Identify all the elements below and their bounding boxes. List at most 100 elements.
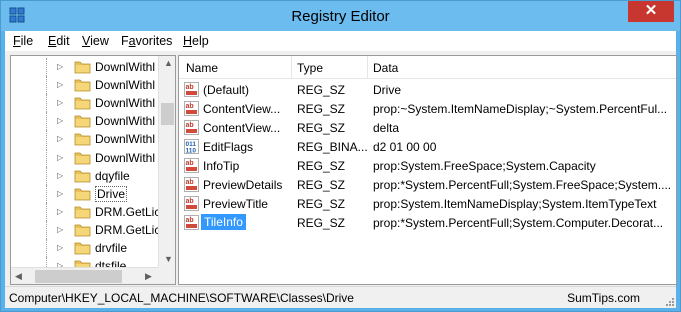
tree-guide-line <box>46 184 47 203</box>
tree-item-label: DownlWithl <box>95 150 156 165</box>
value-name: (Default) <box>203 83 250 97</box>
tree-guide-line <box>46 148 47 167</box>
value-data: d2 01 00 00 <box>373 140 437 154</box>
value-row[interactable]: 011 110 EditFlags REG_BINA... d2 01 00 00 <box>179 137 676 156</box>
value-row[interactable]: ab ContentView... REG_SZ prop:~System.ItemN… <box>179 99 676 118</box>
value-row[interactable]: ab InfoTip REG_SZ prop:System.FreeSpace;Sys… <box>179 156 676 175</box>
status-key-path: Computer\HKEY_LOCAL_MACHINE\SOFTWARE\Cla… <box>9 291 354 305</box>
string-value-icon: ab <box>184 215 199 230</box>
scroll-down-icon[interactable]: ▼ <box>164 254 173 264</box>
tree-item[interactable]: ▷ DownlWithl <box>11 94 156 113</box>
tree-item-label: DownlWithl <box>95 60 156 74</box>
tree-item-label: dqyfile <box>95 168 130 183</box>
registry-editor-window: Registry Editor ✕ File Edit View Favorit… <box>0 0 681 312</box>
main-content: ▷ DownlWithl ▷ DownlWithl ▷ DownlWithl ▷ DownlW… <box>5 52 677 286</box>
svg-text:ab: ab <box>186 103 194 110</box>
tree-item[interactable]: ▷ DRM.GetLic <box>11 202 160 221</box>
folder-icon <box>74 224 91 237</box>
folder-icon <box>74 170 91 182</box>
scroll-right-icon[interactable]: ▶ <box>145 271 152 282</box>
svg-text:110: 110 <box>186 148 197 155</box>
expand-arrow-icon[interactable]: ▷ <box>57 116 63 125</box>
expand-arrow-icon[interactable]: ▷ <box>57 171 63 180</box>
value-name: EditFlags <box>203 140 254 154</box>
column-header-data[interactable]: Data <box>373 61 398 75</box>
tree-horizontal-scrollbar[interactable]: ◀ ▶ <box>11 267 158 284</box>
tree-item[interactable]: ▷ DRM.GetLic <box>11 220 160 239</box>
status-bar: Computer\HKEY_LOCAL_MACHINE\SOFTWARE\Cla… <box>5 286 676 308</box>
expand-arrow-icon[interactable]: ▷ <box>57 80 63 89</box>
column-divider[interactable] <box>367 56 368 78</box>
menu-edit[interactable]: Edit <box>48 34 70 48</box>
tree-item[interactable]: ▷ Drive <box>11 184 156 203</box>
folder-icon <box>74 152 91 164</box>
tree-guide-line <box>46 112 47 131</box>
scroll-up-icon[interactable]: ▲ <box>164 58 173 68</box>
menu-help[interactable]: Help <box>183 34 209 48</box>
value-type: REG_SZ <box>297 216 346 230</box>
title-bar[interactable]: Registry Editor ✕ <box>1 1 680 31</box>
value-name: ContentView... <box>203 121 281 135</box>
expand-arrow-icon[interactable]: ▷ <box>57 225 63 234</box>
menu-view[interactable]: View <box>82 34 109 48</box>
folder-icon <box>74 188 91 201</box>
tree-vscroll-thumb[interactable] <box>161 103 174 125</box>
value-data: prop:*System.PercentFull;System.FreeSpac… <box>373 178 672 192</box>
svg-text:ab: ab <box>186 122 194 129</box>
tree-item[interactable]: ▷ DownlWithl <box>11 148 156 167</box>
expand-arrow-icon[interactable]: ▷ <box>57 62 63 71</box>
tree-item-label: DRM.GetLic <box>95 204 161 219</box>
tree-item[interactable]: ▷ DownlWithl <box>11 112 156 131</box>
tree-item-label: DownlWithl <box>95 132 156 147</box>
scroll-left-icon[interactable]: ◀ <box>15 271 22 282</box>
folder-icon <box>74 133 91 146</box>
string-value-icon: ab <box>184 120 199 135</box>
expand-arrow-icon[interactable]: ▷ <box>57 189 63 198</box>
value-name: PreviewDetails <box>203 178 283 192</box>
value-row[interactable]: ab TileInfo REG_SZ prop:*System.PercentFull… <box>179 213 676 232</box>
column-divider[interactable] <box>291 56 292 78</box>
tree-vertical-scrollbar[interactable]: ▲ ▼ <box>158 56 175 267</box>
scrollbar-corner <box>158 267 175 284</box>
tree-guide-line <box>46 239 47 257</box>
value-type: REG_BINA... <box>297 140 368 154</box>
expand-arrow-icon[interactable]: ▷ <box>57 98 63 107</box>
expand-arrow-icon[interactable]: ▷ <box>57 134 63 143</box>
expand-arrow-icon[interactable]: ▷ <box>57 207 63 216</box>
tree-item-label: DownlWithl <box>95 78 156 93</box>
value-type: REG_SZ <box>297 121 346 135</box>
menu-favorites[interactable]: Favorites <box>121 34 172 48</box>
tree-item[interactable]: ▷ dqyfile <box>11 166 156 185</box>
tree-item[interactable]: ▷ drvfile <box>11 239 156 257</box>
expand-arrow-icon[interactable]: ▷ <box>57 243 63 252</box>
column-header-name[interactable]: Name <box>186 61 218 75</box>
window-title: Registry Editor <box>291 8 390 25</box>
tree-guide-line <box>46 166 47 185</box>
tree-item[interactable]: ▷ DownlWithl <box>11 76 156 95</box>
value-row[interactable]: ab ContentView... REG_SZ delta <box>179 118 676 137</box>
tree-item[interactable]: ▷ DownlWithl <box>11 130 156 149</box>
value-data: prop:*System.PercentFull;System.Computer… <box>373 216 664 230</box>
value-type: REG_SZ <box>297 178 346 192</box>
tree-item-label: DRM.GetLic <box>95 222 161 237</box>
resize-grip-icon[interactable] <box>664 296 674 306</box>
svg-text:ab: ab <box>186 198 194 205</box>
tree-item[interactable]: ▷ DownlWithl <box>11 58 156 76</box>
menu-file[interactable]: File <box>13 34 33 48</box>
value-name: TileInfo <box>201 214 246 230</box>
value-row[interactable]: ab PreviewTitle REG_SZ prop:System.ItemName… <box>179 194 676 213</box>
svg-text:ab: ab <box>186 179 194 186</box>
close-button[interactable]: ✕ <box>628 1 674 22</box>
string-value-icon: ab <box>184 196 199 211</box>
value-row[interactable]: ab PreviewDetails REG_SZ prop:*System.Perce… <box>179 175 676 194</box>
svg-text:ab: ab <box>186 84 194 91</box>
tree-hscroll-thumb[interactable] <box>35 270 122 283</box>
tree-item-label: Drive <box>95 185 128 202</box>
values-header: Name Type Data <box>179 56 676 79</box>
value-data: prop:~System.ItemNameDisplay;~System.Per… <box>373 102 668 116</box>
status-watermark: SumTips.com <box>567 291 640 305</box>
expand-arrow-icon[interactable]: ▷ <box>57 153 63 162</box>
value-row[interactable]: ab (Default) REG_SZ Drive <box>179 80 676 99</box>
folder-icon <box>74 79 91 92</box>
column-header-type[interactable]: Type <box>297 61 323 75</box>
